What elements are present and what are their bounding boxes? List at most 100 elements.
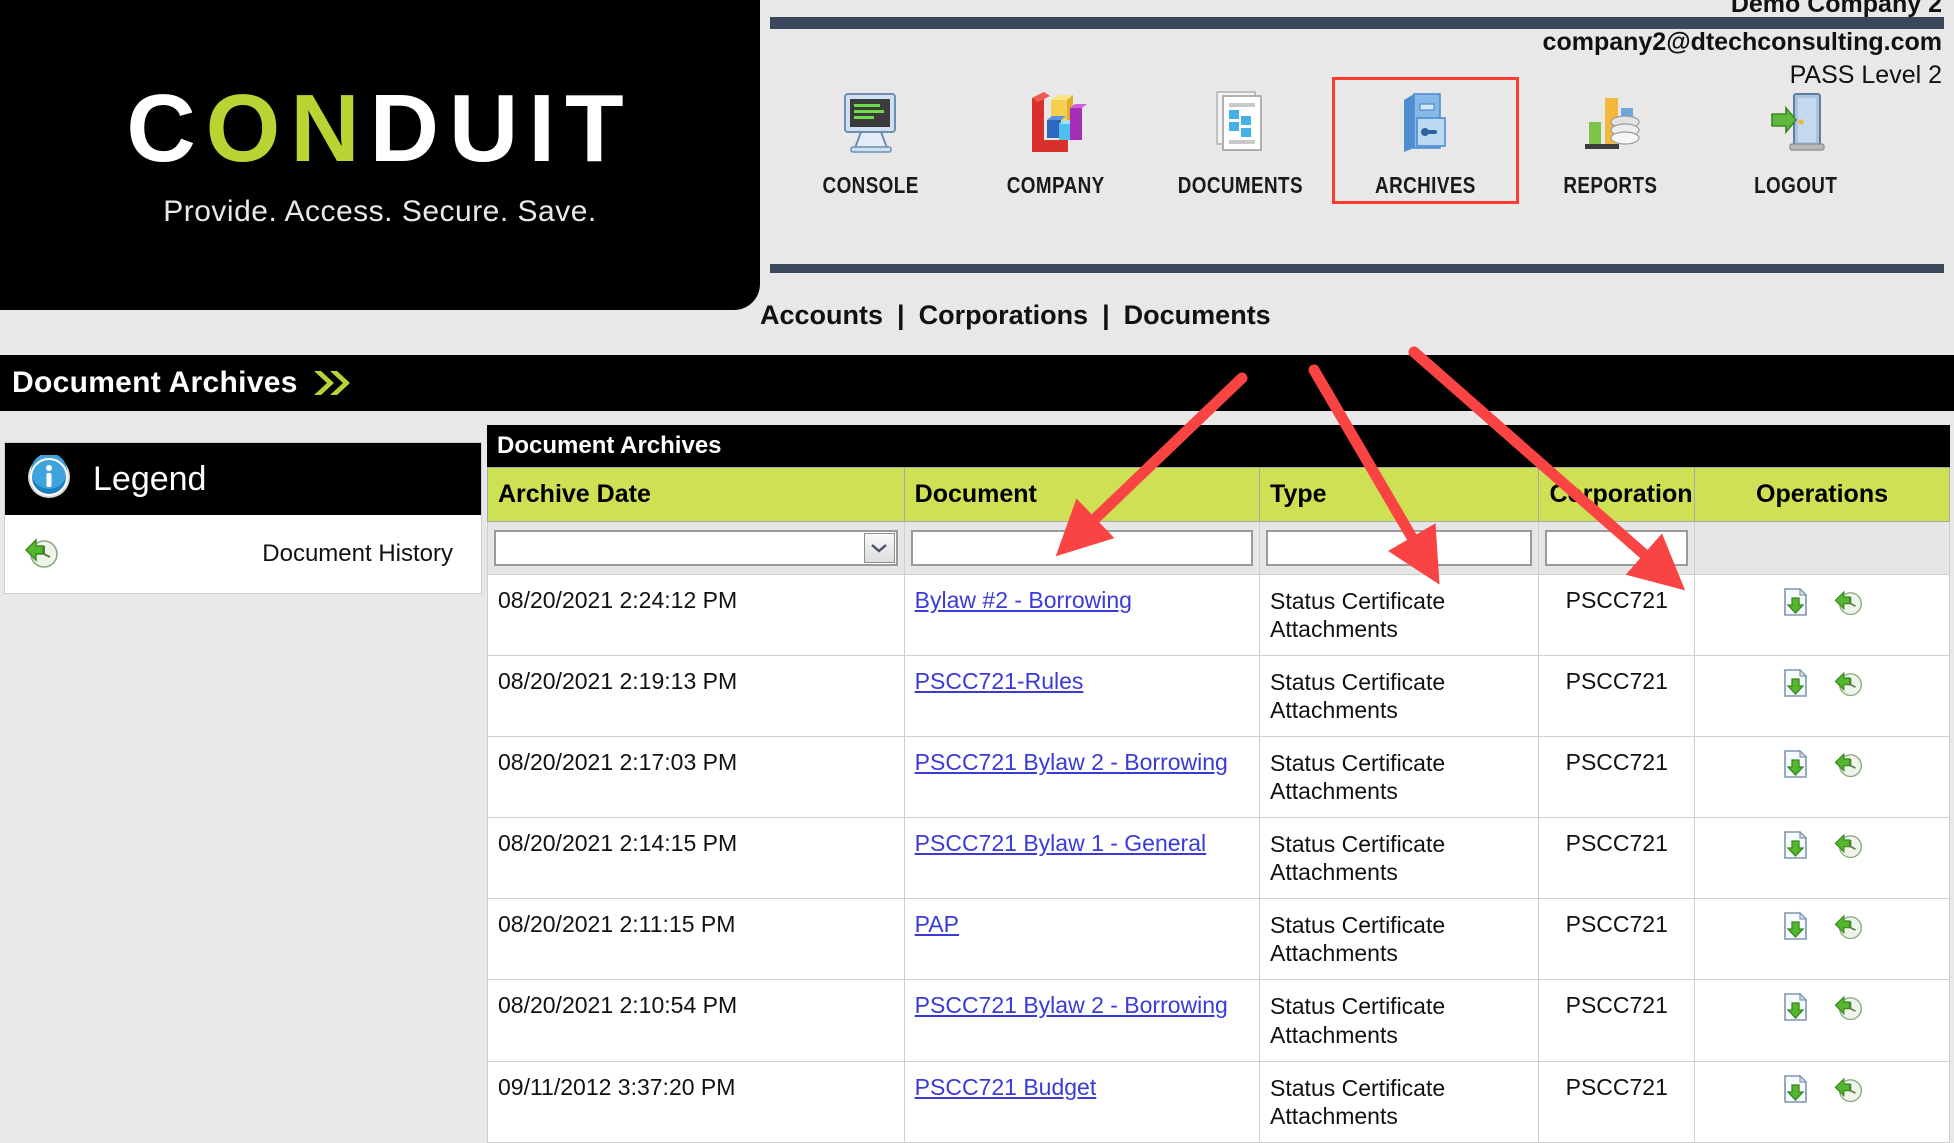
- document-archives-panel: Document Archives Archive Date Document …: [487, 425, 1950, 1143]
- page-title: Document Archives: [12, 366, 298, 399]
- brand-wordmark: CONDUIT: [126, 81, 633, 177]
- nav-item-archives[interactable]: ARCHIVES: [1332, 77, 1519, 204]
- document-filter-input[interactable]: [910, 530, 1254, 566]
- cell-corporation: PSCC721: [1538, 817, 1696, 900]
- filter-cell-archive-date: [487, 521, 905, 575]
- cell-operations: [1694, 898, 1950, 981]
- cell-operations: [1694, 655, 1950, 738]
- nav-label-archives: ARCHIVES: [1375, 172, 1476, 198]
- cell-type: Status Certificate Attachments: [1259, 655, 1540, 738]
- subnav-separator-1: |: [897, 300, 905, 330]
- cell-document: PSCC721 Budget: [903, 1060, 1261, 1143]
- download-document-icon[interactable]: [1781, 911, 1811, 947]
- document-history-icon[interactable]: [1833, 992, 1863, 1028]
- nav-item-documents[interactable]: DOCUMENTS: [1148, 78, 1333, 203]
- document-link[interactable]: PSCC721-Rules: [915, 668, 1084, 694]
- document-link[interactable]: PSCC721 Bylaw 1 - General: [915, 830, 1206, 856]
- legend-title: Legend: [93, 459, 207, 498]
- legend-panel: Legend Document History: [4, 442, 482, 594]
- column-header-document[interactable]: Document: [903, 467, 1261, 522]
- cell-type: Status Certificate Attachments: [1259, 817, 1540, 900]
- column-header-corporation[interactable]: Corporation: [1538, 467, 1696, 522]
- document-history-icon[interactable]: [1833, 587, 1863, 623]
- cell-corporation: PSCC721: [1538, 979, 1696, 1062]
- subnav-item-corporations[interactable]: Corporations: [919, 300, 1089, 331]
- cell-document: PSCC721 Bylaw 2 - Borrowing: [903, 736, 1261, 819]
- cell-document: PAP: [903, 898, 1261, 981]
- download-document-icon[interactable]: [1781, 749, 1811, 785]
- corporation-filter-input[interactable]: [1545, 530, 1689, 566]
- download-document-icon[interactable]: [1781, 587, 1811, 623]
- double-chevron-right-icon: [312, 368, 354, 398]
- nav-item-company[interactable]: COMPANY: [963, 78, 1148, 203]
- documents-pages-icon: [1205, 86, 1277, 160]
- table-row: 08/20/2021 2:19:13 PM PSCC721-Rules Status…: [487, 655, 1950, 738]
- nav-label-console: CONSOLE: [822, 172, 919, 198]
- panel-title: Document Archives: [497, 432, 722, 459]
- document-history-icon: [23, 534, 59, 575]
- cell-corporation: PSCC721: [1538, 898, 1696, 981]
- subnav-separator-2: |: [1102, 300, 1110, 330]
- nav-item-reports[interactable]: REPORTS: [1518, 78, 1703, 203]
- archives-cabinet-icon: [1390, 86, 1462, 160]
- table-row: 08/20/2021 2:14:15 PM PSCC721 Bylaw 1 - G…: [487, 817, 1950, 900]
- brand-wordmark-green: ON: [205, 75, 370, 182]
- column-header-operations: Operations: [1694, 467, 1950, 522]
- cell-corporation: PSCC721: [1538, 655, 1696, 738]
- page-header: CONDUIT Provide. Access. Secure. Save. D…: [0, 0, 1954, 310]
- download-document-icon[interactable]: [1781, 830, 1811, 866]
- document-history-icon[interactable]: [1833, 911, 1863, 947]
- info-circle-icon: [27, 452, 71, 504]
- table-body: 08/20/2021 2:24:12 PM Bylaw #2 - Borrowin…: [487, 573, 1950, 1143]
- company-blocks-icon: [1020, 86, 1092, 160]
- document-history-icon[interactable]: [1833, 830, 1863, 866]
- cell-type: Status Certificate Attachments: [1259, 1060, 1540, 1143]
- cell-document: PSCC721 Bylaw 2 - Borrowing: [903, 979, 1261, 1062]
- document-link[interactable]: PSCC721 Budget: [915, 1074, 1097, 1100]
- table-header-row: Archive Date Document Type Corporation O…: [487, 467, 1950, 522]
- archive-date-filter-select[interactable]: [494, 530, 898, 566]
- cell-archive-date: 08/20/2021 2:17:03 PM: [487, 736, 905, 819]
- document-link[interactable]: PSCC721 Bylaw 2 - Borrowing: [915, 992, 1228, 1018]
- brand-tagline: Provide. Access. Secure. Save.: [163, 195, 597, 228]
- download-document-icon[interactable]: [1781, 992, 1811, 1028]
- document-history-icon[interactable]: [1833, 749, 1863, 785]
- cell-type: Status Certificate Attachments: [1259, 573, 1540, 657]
- cell-document: PSCC721 Bylaw 1 - General: [903, 817, 1261, 900]
- cell-corporation: PSCC721: [1538, 736, 1696, 819]
- subnav-item-accounts[interactable]: Accounts: [760, 300, 883, 331]
- document-archives-table: Archive Date Document Type Corporation O…: [487, 467, 1950, 1143]
- brand-logo-panel: CONDUIT Provide. Access. Secure. Save.: [0, 0, 760, 310]
- subnav-item-documents[interactable]: Documents: [1124, 300, 1271, 331]
- filter-cell-operations: [1694, 521, 1950, 575]
- cell-operations: [1694, 573, 1950, 657]
- table-filter-row: [487, 521, 1950, 575]
- legend-body: Document History: [5, 515, 481, 593]
- cell-type: Status Certificate Attachments: [1259, 898, 1540, 981]
- legend-header: Legend: [5, 443, 481, 515]
- nav-item-logout[interactable]: LOGOUT: [1703, 78, 1888, 203]
- download-document-icon[interactable]: [1781, 668, 1811, 704]
- column-header-archive-date[interactable]: Archive Date: [487, 467, 905, 522]
- document-link[interactable]: Bylaw #2 - Borrowing: [915, 587, 1132, 613]
- document-link[interactable]: PAP: [915, 911, 959, 937]
- account-email: company2@dtechconsulting.com: [1542, 28, 1942, 56]
- document-link[interactable]: PSCC721 Bylaw 2 - Borrowing: [915, 749, 1228, 775]
- cell-type: Status Certificate Attachments: [1259, 979, 1540, 1062]
- document-history-icon[interactable]: [1833, 668, 1863, 704]
- brand-wordmark-part1: C: [126, 75, 206, 182]
- cell-archive-date: 09/11/2012 3:37:20 PM: [487, 1060, 905, 1143]
- nav-item-console[interactable]: CONSOLE: [778, 78, 963, 203]
- document-history-icon[interactable]: [1833, 1074, 1863, 1110]
- legend-row-label: Document History: [262, 540, 453, 567]
- type-filter-input[interactable]: [1266, 530, 1533, 566]
- table-row: 09/11/2012 3:37:20 PM PSCC721 Budget Statu…: [487, 1060, 1950, 1143]
- nav-label-documents: DOCUMENTS: [1177, 172, 1304, 198]
- cell-document: PSCC721-Rules: [903, 655, 1261, 738]
- download-document-icon[interactable]: [1781, 1074, 1811, 1110]
- cell-archive-date: 08/20/2021 2:14:15 PM: [487, 817, 905, 900]
- filter-cell-type: [1259, 521, 1540, 575]
- table-row: 08/20/2021 2:24:12 PM Bylaw #2 - Borrowin…: [487, 573, 1950, 657]
- cell-operations: [1694, 817, 1950, 900]
- column-header-type[interactable]: Type: [1259, 467, 1540, 522]
